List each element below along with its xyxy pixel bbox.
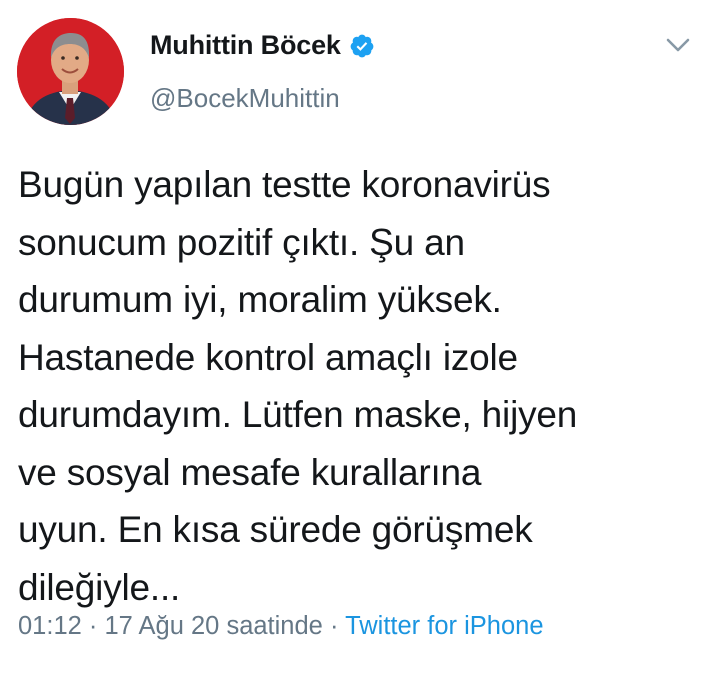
meta-separator: · (88, 612, 98, 640)
meta-separator: · (329, 612, 339, 640)
author-handle[interactable]: @BocekMuhittin (150, 83, 340, 114)
tweet-card: Muhittin Böcek @BocekMuhittin Bugün yapı… (0, 0, 712, 674)
avatar-image (17, 18, 124, 125)
author-display-name[interactable]: Muhittin Böcek (150, 30, 341, 61)
author-name-row[interactable]: Muhittin Böcek (150, 30, 375, 61)
tweet-text: Bugün yapılan testte koronavirüs sonucum… (18, 164, 578, 608)
tweet-time[interactable]: 01:12 (18, 612, 82, 640)
chevron-down-icon[interactable] (664, 34, 692, 56)
author-avatar[interactable] (17, 18, 124, 125)
tweet-metadata: 01:12 · 17 Ağu 20 saatinde · Twitter for… (18, 612, 544, 641)
verified-badge-icon (349, 33, 375, 59)
tweet-source-link[interactable]: Twitter for iPhone (345, 612, 543, 640)
tweet-date[interactable]: 17 Ağu 20 saatinde (105, 612, 323, 640)
